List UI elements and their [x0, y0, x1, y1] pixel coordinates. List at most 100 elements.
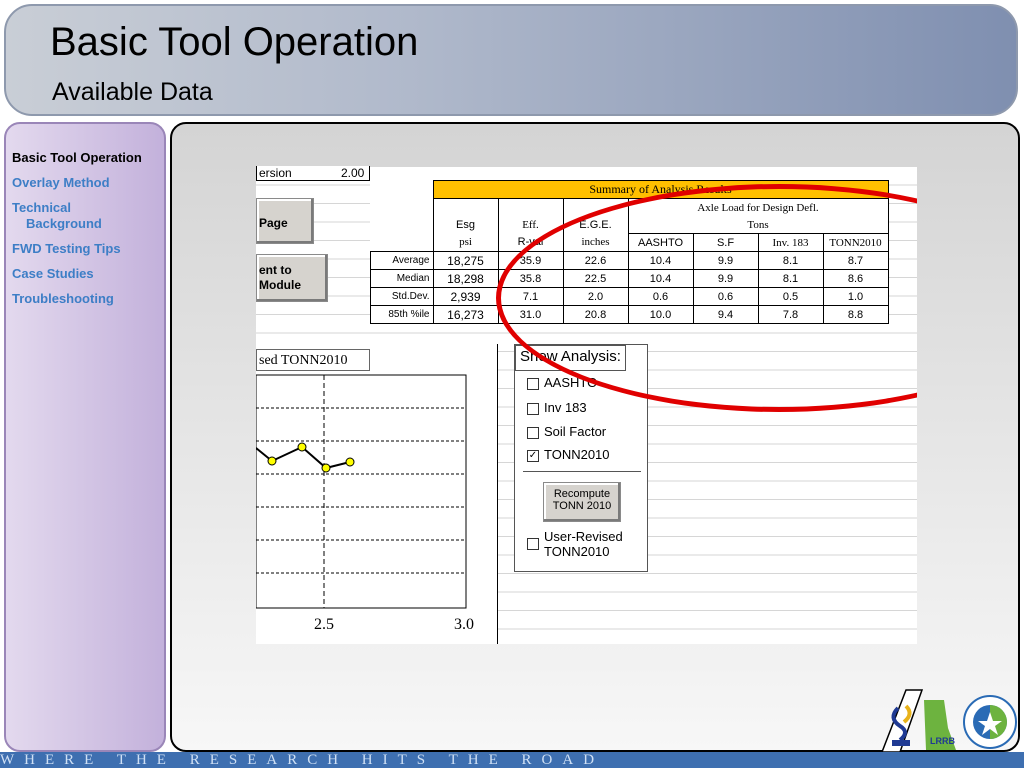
col-eff: Eff.: [497, 216, 564, 234]
table-cell: 0.6: [692, 287, 759, 306]
version-value: 2.00: [341, 166, 365, 180]
table-cell: 18,275: [432, 251, 499, 270]
table-cell: 22.6: [562, 251, 629, 270]
show-analysis-title: Show Analysis:: [515, 345, 626, 371]
recompute-tonn-button[interactable]: Recompute TONN 2010: [543, 482, 621, 522]
sidebar-item-troubleshooting[interactable]: Troubleshooting: [12, 291, 168, 307]
row-label: 85th %ile: [370, 305, 434, 324]
checkbox-soil-factor[interactable]: [527, 427, 539, 439]
col-esg: Esg: [432, 216, 499, 234]
table-cell: 9.9: [692, 269, 759, 288]
lrrb-logo-text: LRRB: [930, 736, 955, 746]
table-cell: 35.8: [497, 269, 564, 288]
subcol-inv183: Inv. 183: [757, 233, 824, 252]
option-aashto[interactable]: AASHTO: [527, 375, 597, 390]
unit-inches: inches: [562, 233, 629, 252]
option-label: AASHTO: [544, 375, 598, 390]
checkbox-tonn2010[interactable]: ✓: [527, 450, 539, 462]
sidebar-nav: Basic Tool Operation Overlay Method Tech…: [12, 150, 168, 316]
table-cell: 1.0: [822, 287, 889, 306]
module-button-line1: ent to: [259, 263, 292, 277]
torch-base-icon: [892, 740, 910, 746]
sidebar-item-basic-tool-operation[interactable]: Basic Tool Operation: [12, 150, 168, 166]
sidebar-item-label: Technical: [12, 200, 72, 215]
checkbox-inv183[interactable]: [527, 403, 539, 415]
data-point: [267, 456, 277, 466]
unit-psi: psi: [432, 233, 499, 252]
table-cell: 8.8: [822, 305, 889, 324]
spreadsheet-screenshot: ersion 2.00 Page ent to Module Summary o…: [256, 166, 917, 644]
sidebar-item-technical-background[interactable]: Technical Background: [12, 200, 168, 232]
tonn-chart: 2.5 3.0: [256, 344, 498, 644]
table-cell: 0.6: [627, 287, 694, 306]
table-cell: 10.0: [627, 305, 694, 324]
option-label: TONN2010: [544, 447, 610, 462]
option-label: Inv 183: [544, 400, 587, 415]
module-button[interactable]: ent to Module: [256, 254, 328, 302]
table-cell: 20.8: [562, 305, 629, 324]
page-title: Basic Tool Operation: [50, 20, 419, 64]
header-banner: Basic Tool Operation Available Data: [4, 4, 1018, 116]
sidebar-item-overlay-method[interactable]: Overlay Method: [12, 175, 168, 191]
table-cell: 2.0: [562, 287, 629, 306]
table-cell: 16,273: [432, 305, 499, 324]
summary-band: Summary of Analysis Results: [432, 180, 889, 199]
axle-header-line2: Tons: [627, 216, 889, 234]
sidebar-item-case-studies[interactable]: Case Studies: [12, 266, 168, 282]
user-revised-line2: TONN2010: [544, 544, 610, 559]
version-label: ersion: [259, 166, 292, 180]
summary-table: Summary of Analysis Results Axle Load fo…: [370, 180, 889, 324]
data-point: [345, 457, 355, 467]
table-cell: 2,939: [432, 287, 499, 306]
logo-area: LRRB: [878, 688, 1018, 753]
table-cell: 8.6: [822, 269, 889, 288]
subcol-tonn2010: TONN2010: [822, 233, 889, 252]
tonn-chart-svg: [256, 374, 467, 609]
table-cell: 7.1: [497, 287, 564, 306]
table-cell: 8.1: [757, 269, 824, 288]
row-label: Median: [370, 269, 434, 288]
table-cell: 10.4: [627, 269, 694, 288]
table-cell: 9.9: [692, 251, 759, 270]
x-tick-label: 2.5: [314, 616, 334, 633]
row-label: Average: [370, 251, 434, 270]
option-soil-factor[interactable]: Soil Factor: [527, 424, 606, 439]
page-button[interactable]: Page: [256, 198, 314, 244]
table-cell: 9.4: [692, 305, 759, 324]
table-row: Average 18,275 35.9 22.6 10.4 9.9 8.1 8.…: [370, 251, 889, 270]
table-row: Std.Dev. 2,939 7.1 2.0 0.6 0.6 0.5 1.0: [370, 287, 889, 306]
subcol-sf: S.F: [692, 233, 759, 252]
show-analysis-panel: Show Analysis: AASHTO Inv 183 Soil Facto…: [514, 344, 648, 572]
subcol-aashto: AASHTO: [627, 233, 694, 252]
table-cell: 10.4: [627, 251, 694, 270]
checkbox-user-revised[interactable]: [527, 538, 539, 550]
checkbox-aashto[interactable]: [527, 378, 539, 390]
row-label: Std.Dev.: [370, 287, 434, 306]
sidebar: Basic Tool Operation Overlay Method Tech…: [4, 122, 166, 752]
sidebar-item-fwd-testing-tips[interactable]: FWD Testing Tips: [12, 241, 168, 257]
user-revised-line1: User-Revised: [544, 529, 623, 544]
table-cell: 18,298: [432, 269, 499, 288]
recompute-line1: Recompute: [553, 488, 611, 500]
x-tick-label: 3.0: [454, 616, 474, 633]
option-user-revised[interactable]: User-Revised TONN2010: [527, 529, 623, 559]
table-cell: 22.5: [562, 269, 629, 288]
panel-divider: [523, 471, 641, 472]
option-inv183[interactable]: Inv 183: [527, 400, 587, 415]
unit-rval: R-val: [497, 233, 564, 252]
table-cell: 31.0: [497, 305, 564, 324]
axle-header-line1: Axle Load for Design Defl.: [627, 198, 889, 216]
version-box: ersion 2.00: [256, 166, 370, 181]
table-row: Median 18,298 35.8 22.5 10.4 9.9 8.1 8.6: [370, 269, 889, 288]
data-point: [321, 463, 331, 473]
option-tonn2010[interactable]: ✓ TONN2010: [527, 447, 610, 462]
module-button-line2: Module: [259, 278, 301, 292]
option-label: Soil Factor: [544, 424, 607, 439]
recompute-line2: TONN 2010: [552, 500, 612, 512]
sidebar-item-label-line2: Background: [26, 216, 102, 231]
data-point: [297, 442, 307, 452]
table-cell: 0.5: [757, 287, 824, 306]
footer-banner: WHERE THE RESEARCH HITS THE ROAD: [0, 752, 1024, 768]
chart-title: sed TONN2010: [256, 349, 370, 371]
content-frame: ersion 2.00 Page ent to Module Summary o…: [170, 122, 1020, 752]
